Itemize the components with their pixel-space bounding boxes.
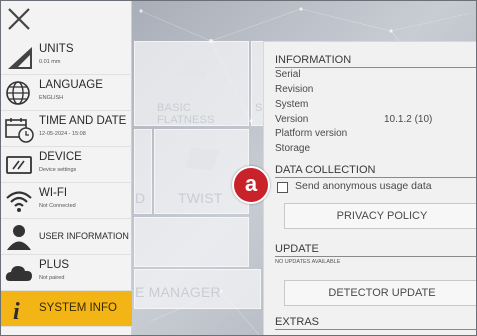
extras-divider [275, 329, 476, 330]
sidebar-item-sub: 12-05-2024 - 15:08 [39, 131, 86, 137]
info-label-version: Version [275, 114, 309, 125]
sidebar-item-system-info[interactable]: i SYSTEM INFO [1, 291, 132, 327]
sidebar-item-wifi[interactable]: WI-FI Not Connected [1, 183, 132, 219]
info-label-system: System [275, 99, 309, 110]
usage-data-checkbox[interactable] [277, 182, 288, 193]
annotation-marker: a [232, 166, 270, 204]
user-icon [7, 225, 31, 250]
tile-label-manager: E MANAGER [135, 284, 221, 300]
data-collection-title: DATA COLLECTION [275, 164, 376, 176]
sidebar-item-label: UNITS [39, 43, 74, 55]
sidebar-item-time-and-date[interactable]: TIME AND DATE 12-05-2024 - 15:08 [1, 111, 132, 147]
cloud-icon [5, 266, 32, 281]
info-label-storage: Storage [275, 143, 311, 154]
sidebar-item-label: SYSTEM INFO [39, 302, 117, 314]
update-title: UPDATE [275, 243, 319, 255]
sidebar-item-sub: Not Connected [39, 203, 76, 209]
info-label-revision: Revision [275, 84, 314, 95]
tile-label-partial-d: D [135, 190, 146, 206]
tile-partial-d[interactable]: D [134, 129, 152, 214]
settings-sidebar: UNITS 0.01 mm LANGUAGE ENGLISH TIME AND … [1, 1, 132, 335]
globe-icon [6, 81, 30, 105]
info-value-version: 10.1.2 (10) [384, 114, 433, 125]
update-divider [275, 256, 476, 257]
tile-label-basic-flatness: BASIC FLATNESS [157, 102, 215, 126]
information-divider [275, 67, 476, 68]
flatness-icon [175, 62, 209, 78]
sidebar-item-label: USER INFORMATION [39, 231, 129, 241]
extras-title: EXTRAS [275, 316, 320, 328]
sidebar-item-sub: ENGLISH [39, 95, 64, 101]
privacy-policy-button[interactable]: PRIVACY POLICY [284, 203, 476, 229]
tile-label-partial-s: S [255, 102, 263, 114]
sidebar-item-label: TIME AND DATE [39, 115, 127, 127]
info-label-serial: Serial [275, 69, 301, 80]
calendar-clock-icon [5, 118, 34, 143]
tile-twist[interactable]: TWIST [154, 129, 249, 214]
svg-text:i: i [13, 299, 20, 323]
app-window: BASIC FLATNESS S D TWIST E MANAGER UNITS… [0, 0, 477, 336]
close-button[interactable] [5, 5, 33, 33]
tile-basic-flatness[interactable]: BASIC FLATNESS [134, 41, 249, 126]
twist-icon [185, 148, 219, 170]
tile-label-twist: TWIST [178, 190, 223, 206]
detector-update-button[interactable]: DETECTOR UPDATE [284, 280, 476, 306]
sidebar-item-sub: Device settings [39, 167, 77, 173]
update-status: NO UPDATES AVAILABLE [275, 259, 341, 265]
sidebar-item-label: PLUS [39, 259, 70, 271]
data-collection-divider [275, 177, 476, 178]
sidebar-item-units[interactable]: UNITS 0.01 mm [1, 39, 132, 75]
info-label-platform-version: Platform version [275, 128, 348, 139]
tile-row3-left[interactable] [134, 217, 249, 267]
usage-data-checkbox-label[interactable]: Send anonymous usage data [295, 180, 432, 192]
sidebar-item-device[interactable]: DEVICE Device settings [1, 147, 132, 183]
sidebar-item-label: DEVICE [39, 151, 82, 163]
sidebar-item-sub: Not paired [39, 275, 65, 281]
ruler-triangle-icon [8, 47, 32, 69]
wifi-icon [6, 191, 32, 212]
sidebar-item-plus[interactable]: PLUS Not paired [1, 255, 132, 291]
information-title: INFORMATION [275, 54, 352, 66]
sidebar-item-sub: 0.01 mm [39, 59, 61, 65]
sidebar-item-label: WI-FI [39, 187, 68, 199]
tile-manager[interactable]: E MANAGER [134, 269, 261, 309]
device-icon [6, 156, 32, 174]
system-info-panel: INFORMATION Serial Revision System Versi… [263, 41, 476, 335]
sidebar-item-language[interactable]: LANGUAGE ENGLISH [1, 75, 132, 111]
sidebar-item-label: LANGUAGE [39, 79, 103, 91]
sidebar-item-user-information[interactable]: USER INFORMATION [1, 219, 132, 255]
close-icon [8, 8, 30, 30]
info-icon: i [13, 299, 20, 323]
